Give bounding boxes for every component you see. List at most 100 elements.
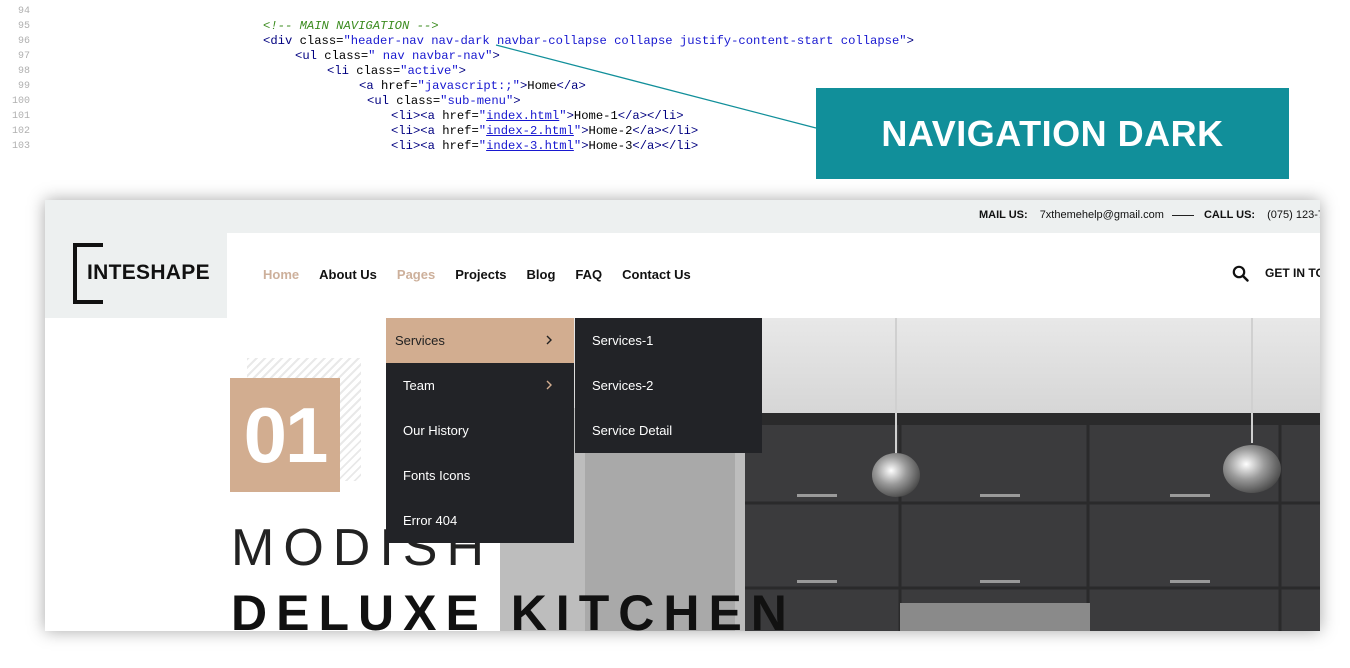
code-token: <li><a: [391, 139, 443, 153]
code-token: <ul: [295, 49, 325, 63]
chevron-right-icon: [546, 335, 552, 345]
menu-item-services[interactable]: Services: [386, 318, 574, 363]
line-number: 97: [17, 51, 30, 62]
logo[interactable]: INTESHAPE: [45, 233, 227, 318]
line-number: 103: [11, 141, 30, 152]
nav-item-blog[interactable]: Blog: [527, 267, 556, 282]
line-number: 98: [17, 66, 30, 77]
code-token: Home-2: [588, 124, 633, 138]
nav-item-contact-us[interactable]: Contact Us: [622, 267, 691, 282]
menu-item-label: Team: [403, 378, 435, 393]
submenu-item-services-1[interactable]: Services-1: [575, 318, 762, 363]
menu-item-label: Fonts Icons: [403, 468, 471, 483]
line-number: 102: [11, 126, 30, 137]
line-number: 99: [17, 81, 30, 92]
code-token: href=: [442, 124, 479, 138]
menu-item-error-404[interactable]: Error 404: [386, 498, 574, 543]
code-token: </a></li>: [632, 139, 699, 153]
nav-item-pages[interactable]: Pages: [397, 267, 435, 282]
code-token: <a: [359, 79, 381, 93]
code-token: class=: [324, 49, 369, 63]
line-number: 95: [17, 21, 30, 32]
code-text: <!-- MAIN NAVIGATION -->: [263, 19, 439, 34]
menu-item-team[interactable]: Team: [386, 363, 574, 408]
slide-number: 01: [243, 390, 329, 479]
site-header: INTESHAPE Home About Us Pages Projects B…: [45, 233, 1320, 318]
get-in-touch-button[interactable]: GET IN TOUCH: [1265, 266, 1320, 280]
code-token: Home-1: [573, 109, 618, 123]
code-token: >: [458, 64, 466, 78]
call-label: CALL US:: [1203, 209, 1256, 221]
callout-banner: NAVIGATION DARK: [816, 88, 1289, 179]
mail-value[interactable]: 7xthemehelp@gmail.com: [1040, 209, 1164, 221]
menu-item-fonts-icons[interactable]: Fonts Icons: [386, 453, 574, 498]
code-token[interactable]: index-3.html: [486, 139, 574, 153]
code-line: 95 <!-- MAIN NAVIGATION -->: [0, 19, 1000, 34]
submenu-item-services-2[interactable]: Services-2: [575, 363, 762, 408]
code-token: href=: [380, 79, 418, 93]
top-contact-bar: MAIL US: 7xthemehelp@gmail.com CALL US: …: [45, 200, 1320, 233]
menu-item-label: Our History: [403, 423, 469, 438]
call-value[interactable]: (075) 123-7654: [1267, 209, 1320, 221]
line-number: 96: [17, 36, 30, 47]
code-token: >: [581, 139, 589, 153]
nav-item-home[interactable]: Home: [263, 267, 299, 282]
code-token: "javascript:;": [417, 79, 520, 93]
code-token: class=: [299, 34, 344, 48]
code-token: <ul: [367, 94, 397, 108]
code-token: ": [559, 109, 567, 123]
code-token[interactable]: index.html: [486, 109, 559, 123]
code-line: 96 <div class="header-nav nav-dark navbar…: [0, 34, 1000, 49]
code-text: <div class="header-nav nav-dark navbar-c…: [263, 34, 914, 49]
chevron-right-icon: [546, 380, 552, 390]
nav-item-projects[interactable]: Projects: [455, 267, 506, 282]
line-number: 100: [11, 96, 30, 107]
menu-item-label: Services: [395, 333, 445, 348]
code-token: </a>: [556, 79, 586, 93]
callout-label: NAVIGATION DARK: [881, 112, 1224, 154]
code-text: <ul class="sub-menu">: [367, 94, 521, 109]
menu-item-our-history[interactable]: Our History: [386, 408, 574, 453]
code-token: class=: [396, 94, 441, 108]
code-token: ": [478, 124, 487, 138]
code-token: ": [478, 109, 487, 123]
code-token: ": [478, 139, 487, 153]
main-navigation: Home About Us Pages Projects Blog FAQ Co…: [263, 267, 691, 282]
code-token: href=: [442, 139, 479, 153]
code-token[interactable]: index-2.html: [486, 124, 574, 138]
submenu-item-label: Services-1: [592, 333, 654, 348]
code-text: <li><a href="index-2.html">Home-2</a></l…: [391, 124, 698, 139]
code-token: <div: [263, 34, 300, 48]
code-token: Home-3: [588, 139, 633, 153]
code-text: <li><a href="index-3.html">Home-3</a></l…: [391, 139, 698, 154]
code-token: >: [906, 34, 914, 48]
code-token: >: [513, 94, 521, 108]
submenu-item-service-detail[interactable]: Service Detail: [575, 408, 762, 453]
code-token: >: [581, 124, 589, 138]
submenu-item-label: Services-2: [592, 378, 654, 393]
code-token: "header-nav nav-dark navbar-collapse col…: [343, 34, 907, 48]
search-icon[interactable]: [1232, 265, 1249, 282]
mail-label: MAIL US:: [979, 209, 1028, 221]
nav-item-about-us[interactable]: About Us: [319, 267, 377, 282]
menu-item-label: Error 404: [403, 513, 458, 528]
code-line: 97 <ul class=" nav navbar-nav">: [0, 49, 1000, 64]
code-token: " nav navbar-nav": [368, 49, 493, 63]
code-token: </a></li>: [632, 124, 699, 138]
code-text: <li><a href="index.html">Home-1</a></li>: [391, 109, 684, 124]
code-token: <!-- MAIN NAVIGATION -->: [263, 19, 439, 33]
code-token: <li: [327, 64, 357, 78]
code-text: <li class="active">: [327, 64, 466, 79]
code-text: <ul class=" nav navbar-nav">: [295, 49, 500, 64]
hero-title: DELUXE KITCHEN: [231, 585, 796, 631]
code-token: href=: [442, 109, 479, 123]
code-text: <a href="javascript:;">Home</a>: [359, 79, 586, 94]
nav-item-faq[interactable]: FAQ: [575, 267, 602, 282]
submenu-item-label: Service Detail: [592, 423, 673, 438]
code-token: >: [566, 109, 574, 123]
services-submenu: Services-1 Services-2 Service Detail: [575, 318, 762, 453]
line-number: 101: [11, 111, 30, 122]
code-token: </a></li>: [617, 109, 684, 123]
divider: [1171, 214, 1194, 216]
pages-dropdown-menu: Services Team Our History Fonts Icons Er…: [386, 318, 574, 543]
